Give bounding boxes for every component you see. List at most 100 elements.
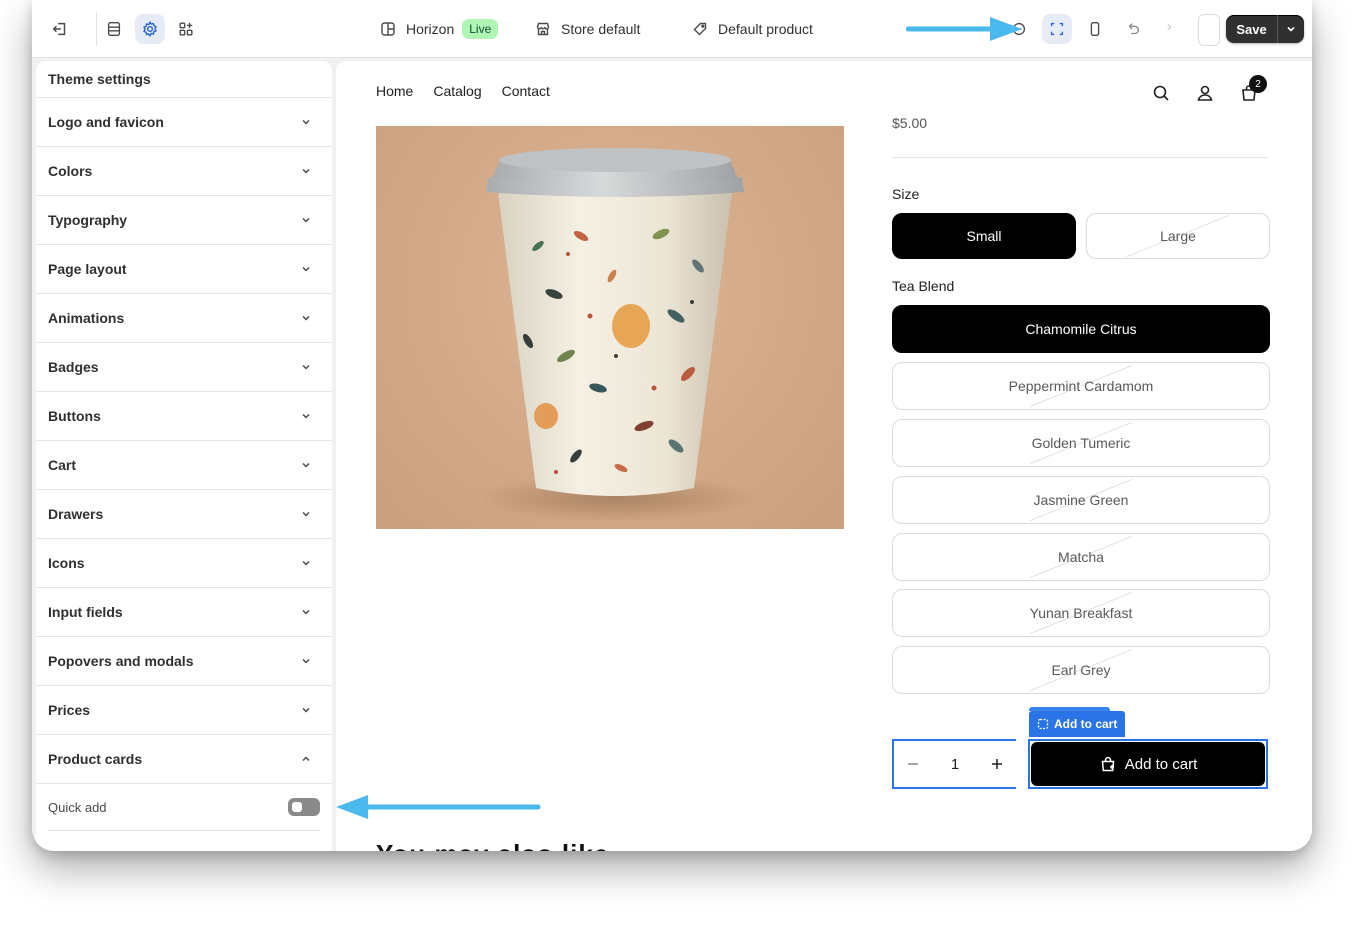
sections-icon (107, 22, 121, 36)
tea-blend-option-label: Peppermint Cardamom (1008, 378, 1154, 394)
sidebar-item-typography[interactable]: Typography (36, 196, 332, 245)
cart-button[interactable]: 2 (1239, 75, 1267, 103)
size-option-label: Small (966, 228, 1002, 244)
undo-icon (1128, 23, 1140, 35)
gear-icon (143, 20, 157, 38)
nav-link-contact[interactable]: Contact (502, 83, 550, 99)
account-button[interactable] (1195, 83, 1215, 103)
tea-blend-option-label: Jasmine Green (1033, 492, 1129, 508)
tea-blend-option-chamomile-citrus[interactable]: Chamomile Citrus (892, 305, 1270, 353)
template-selector[interactable]: Default product (692, 18, 813, 40)
sidebar-item-product-cards[interactable]: Product cards (36, 735, 332, 784)
chevron-down-icon (302, 560, 310, 566)
tea-blend-option-peppermint-cardamom[interactable]: Peppermint Cardamom (892, 362, 1270, 410)
plus-icon[interactable] (990, 757, 1004, 771)
nav-link-catalog[interactable]: Catalog (433, 83, 481, 99)
chevron-down-icon (302, 658, 310, 664)
layout-icon (381, 22, 395, 36)
tea-blend-option-golden-tumeric[interactable]: Golden Tumeric (892, 419, 1270, 467)
header-icons: 2 (1151, 75, 1267, 103)
sidebar-item-label: Badges (48, 359, 99, 375)
sidebar-item-colors[interactable]: Colors (36, 147, 332, 196)
sidebar-title: Theme settings (36, 61, 332, 98)
sidebar-item-label: Cart (48, 457, 77, 473)
full-width-button[interactable] (1042, 14, 1072, 44)
chevron-down-icon (302, 707, 310, 713)
search-button[interactable] (1151, 83, 1171, 103)
sidebar-item-icons[interactable]: Icons (36, 539, 332, 588)
tea-blend-option-label: Yunan Breakfast (1029, 605, 1133, 621)
device-preview-button[interactable] (1080, 14, 1110, 44)
quick-add-label: Quick add (48, 799, 107, 815)
chevron-down-icon (302, 168, 310, 174)
tea-blend-option-matcha[interactable]: Matcha (892, 533, 1270, 581)
exit-button[interactable] (45, 14, 75, 44)
exit-icon (52, 22, 66, 36)
tea-blend-option-jasmine-green[interactable]: Jasmine Green (892, 476, 1270, 524)
tea-blend-option-label: Chamomile Citrus (1025, 321, 1137, 337)
sidebar-item-badges[interactable]: Badges (36, 343, 332, 392)
mobile-icon (1090, 22, 1100, 36)
sidebar-item-prices[interactable]: Prices (36, 686, 332, 735)
quantity-value[interactable]: 1 (951, 756, 959, 773)
block-tag-label: Add to cart (1054, 717, 1118, 731)
more-actions-button[interactable] (1198, 14, 1220, 46)
chevron-down-icon (1287, 26, 1295, 32)
sidebar-item-animations[interactable]: Animations (36, 294, 332, 343)
live-badge: Live (462, 19, 499, 39)
store-label: Store default (561, 21, 641, 37)
size-option-large[interactable]: Large (1086, 213, 1270, 259)
tea-blend-option-earl-grey[interactable]: Earl Grey (892, 646, 1270, 694)
sidebar-item-label: Logo and favicon (48, 114, 164, 130)
sidebar-item-logo-and-favicon[interactable]: Logo and favicon (36, 98, 332, 147)
editor-window: Horizon Live Store default Default produ… (32, 0, 1312, 851)
quick-add-setting: Quick add (48, 784, 320, 831)
tea-blend-option-label: Golden Tumeric (1031, 435, 1131, 451)
paper-cup-image (476, 148, 756, 522)
sidebar-item-popovers-and-modals[interactable]: Popovers and modals (36, 637, 332, 686)
tea-blend-option-yunan-breakfast[interactable]: Yunan Breakfast (892, 589, 1270, 637)
quick-add-toggle[interactable] (288, 798, 320, 816)
tea-blend-label: Tea Blend (892, 278, 955, 294)
sidebar-item-label: Page layout (48, 261, 127, 277)
cart-count-badge: 2 (1249, 75, 1267, 93)
sidebar-item-buttons[interactable]: Buttons (36, 392, 332, 441)
template-label: Default product (718, 21, 813, 37)
apps-button[interactable] (171, 14, 201, 44)
chevron-down-icon (302, 511, 310, 517)
annotation-arrow-quick-add (336, 795, 541, 819)
sections-button[interactable] (99, 14, 129, 44)
size-option-small[interactable]: Small (892, 213, 1076, 259)
sidebar-item-page-layout[interactable]: Page layout (36, 245, 332, 294)
sidebar-item-drawers[interactable]: Drawers (36, 490, 332, 539)
save-options-button[interactable] (1278, 15, 1304, 43)
add-to-cart-button[interactable]: Add to cart (1031, 742, 1265, 786)
chevron-down-icon (302, 119, 310, 125)
sidebar-item-label: Colors (48, 163, 93, 179)
chevron-up-icon (302, 756, 310, 762)
store-icon (536, 22, 550, 36)
save-button[interactable]: Save (1226, 15, 1278, 43)
nav-link-home[interactable]: Home (376, 83, 413, 99)
store-selector[interactable]: Store default (535, 18, 640, 40)
sidebar-item-input-fields[interactable]: Input fields (36, 588, 332, 637)
sidebar-item-label: Typography (48, 212, 128, 228)
size-label: Size (892, 186, 920, 202)
theme-settings-sidebar: Theme settings Logo and favicon Colors Typ… (36, 61, 332, 851)
chevron-down-icon (302, 609, 310, 615)
block-select-icon (1037, 718, 1049, 730)
sidebar-item-label: Input fields (48, 604, 123, 620)
theme-selector[interactable]: Horizon Live (380, 18, 499, 40)
redo-icon (1167, 24, 1172, 31)
minus-icon[interactable] (906, 757, 920, 771)
theme-settings-button[interactable] (135, 14, 165, 44)
selected-block-tag[interactable]: Add to cart (1029, 711, 1126, 737)
redo-button[interactable] (1152, 14, 1182, 44)
settings-list: Logo and favicon Colors Typography Page lay… (36, 98, 332, 735)
undo-button[interactable] (1118, 14, 1148, 44)
sidebar-item-cart[interactable]: Cart (36, 441, 332, 490)
editor-topbar: Horizon Live Store default Default produ… (32, 0, 1312, 58)
product-image (376, 126, 844, 529)
chevron-down-icon (302, 217, 310, 223)
tea-blend-option-label: Earl Grey (1051, 662, 1111, 678)
